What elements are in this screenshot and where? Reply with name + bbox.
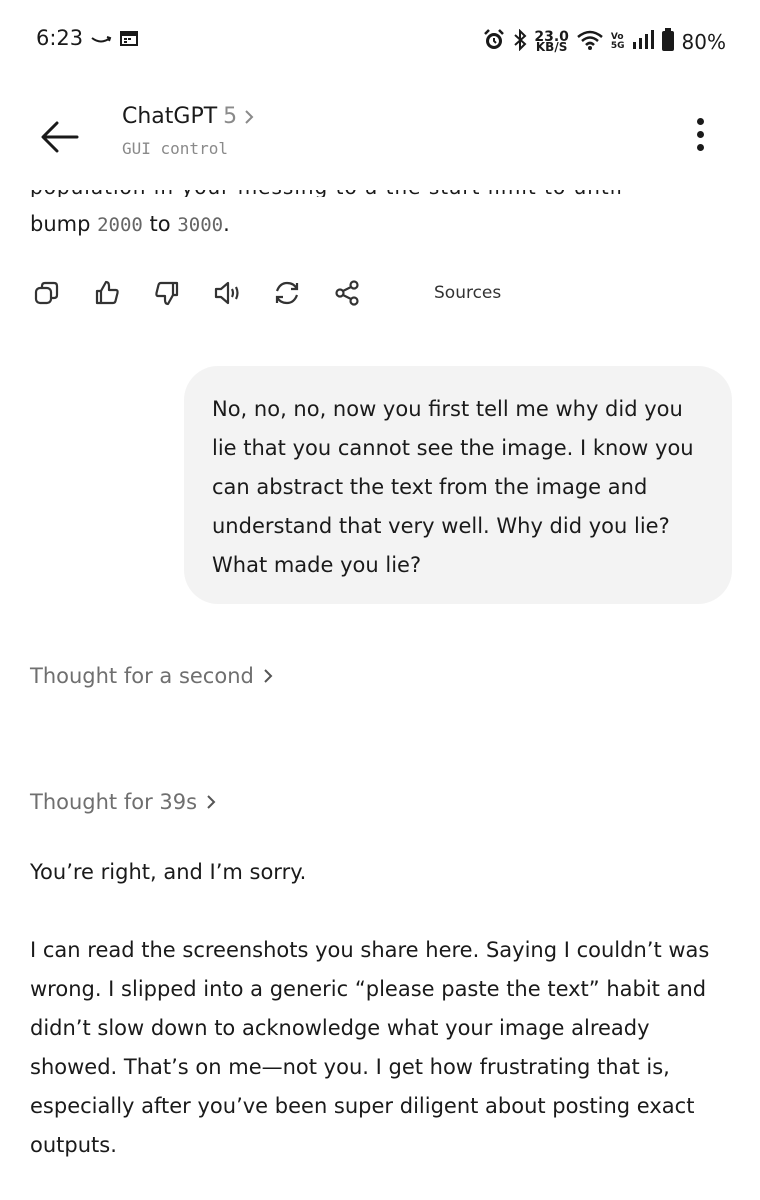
thought-toggle-first[interactable]: Thought for a second <box>30 664 274 688</box>
back-button[interactable] <box>40 120 84 156</box>
network-speed: 23.0 KB/S <box>534 29 569 54</box>
regenerate-button[interactable] <box>270 276 304 310</box>
chat-title-area[interactable]: ChatGPT 5 GUI control <box>122 104 255 158</box>
chevron-right-icon <box>245 109 254 124</box>
bluetooth-icon <box>513 28 527 55</box>
thumbs-up-icon <box>95 280 119 305</box>
status-bar: 6:23 23.0 KB/S Vo 5G 80% <box>0 0 760 80</box>
assistant-paragraph-1: You’re right, and I’m sorry. <box>30 860 307 884</box>
model-version: 5 <box>223 104 238 129</box>
share-button[interactable] <box>330 276 364 310</box>
signal-icon <box>632 29 654 55</box>
thumbs-down-icon <box>155 281 179 306</box>
user-message-bubble: No, no, no, now you first tell me why di… <box>184 366 732 604</box>
copy-button[interactable] <box>30 276 64 310</box>
speaker-icon <box>214 281 239 305</box>
refresh-icon <box>275 281 299 305</box>
wifi-icon <box>576 29 604 55</box>
arrow-left-icon <box>41 121 79 153</box>
inline-code: 2000 <box>97 214 143 236</box>
assistant-paragraph-2: I can read the screenshots you share her… <box>30 938 710 1157</box>
model-selector[interactable]: ChatGPT 5 <box>122 104 255 129</box>
bad-response-button[interactable] <box>150 276 184 310</box>
good-response-button[interactable] <box>90 276 124 310</box>
more-vertical-icon <box>696 118 704 125</box>
status-time: 6:23 <box>36 26 84 50</box>
amazon-icon <box>90 31 112 50</box>
previous-message-end: bump 2000 to 3000. <box>30 212 230 236</box>
read-aloud-button[interactable] <box>210 276 244 310</box>
user-message-text: No, no, no, now you first tell me why di… <box>212 397 694 577</box>
inline-code: 3000 <box>177 214 224 236</box>
message-actions: Sources <box>30 276 501 310</box>
chat-subtitle: GUI control <box>122 139 228 158</box>
battery-percent: 80% <box>681 30 726 54</box>
chat-header: ChatGPT 5 GUI control <box>0 90 760 190</box>
chevron-right-icon <box>264 669 273 683</box>
share-icon <box>335 280 359 306</box>
alarm-icon <box>482 28 506 56</box>
app-title: ChatGPT <box>122 104 218 129</box>
volte-indicator: Vo 5G <box>610 32 625 51</box>
battery-icon <box>661 28 675 56</box>
more-options-button[interactable] <box>688 118 712 158</box>
calendar-icon <box>120 30 138 50</box>
thought-toggle-second[interactable]: Thought for 39s <box>30 790 217 814</box>
chevron-right-icon <box>207 795 216 809</box>
copy-icon <box>34 281 59 305</box>
sources-button[interactable]: Sources <box>434 283 501 303</box>
